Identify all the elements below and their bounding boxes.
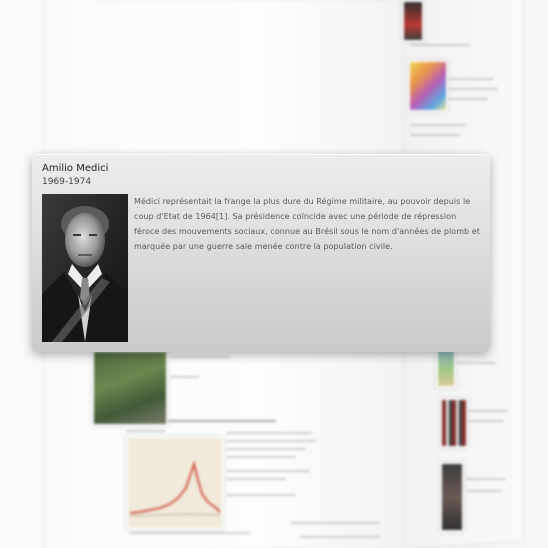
background-text-line bbox=[226, 478, 286, 480]
background-text-line bbox=[300, 536, 380, 538]
background-text-line bbox=[410, 134, 460, 136]
background-text-line bbox=[456, 362, 496, 364]
background-text-line bbox=[410, 124, 466, 126]
background-text-line bbox=[448, 78, 494, 80]
background-text-line bbox=[466, 478, 506, 480]
background-text-line bbox=[448, 88, 498, 90]
background-text-line bbox=[226, 440, 316, 442]
popup-dates: 1969-1974 bbox=[42, 177, 92, 187]
popup-title: Amilio Medici bbox=[42, 163, 109, 174]
background-text-line bbox=[226, 494, 296, 496]
background-text-line bbox=[468, 420, 504, 422]
background-text-line bbox=[290, 522, 380, 524]
event-detail-popup[interactable]: Amilio Medici 1969-1974 Médici représent… bbox=[32, 154, 490, 352]
popup-header: Amilio Medici 1969-1974 bbox=[42, 162, 108, 188]
portrait-photo[interactable] bbox=[42, 194, 128, 342]
background-text-line bbox=[130, 532, 250, 534]
background-text-line bbox=[226, 432, 312, 434]
background-text-line bbox=[468, 410, 508, 412]
background-chart-image bbox=[126, 436, 224, 530]
background-text-line bbox=[226, 470, 310, 472]
background-text-line bbox=[466, 490, 502, 492]
background-text-line bbox=[170, 376, 200, 378]
background-dark-image bbox=[440, 462, 464, 532]
background-text-line bbox=[410, 44, 470, 46]
background-text-line bbox=[170, 356, 230, 358]
timeline-viewer: Amilio Medici 1969-1974 Médici représent… bbox=[0, 0, 548, 548]
background-crowd-image bbox=[440, 398, 468, 448]
popup-description: Médici représentait la frange la plus du… bbox=[134, 197, 480, 251]
background-map-image bbox=[408, 60, 448, 112]
background-poster-image bbox=[402, 0, 424, 42]
background-forest-image bbox=[92, 350, 168, 426]
background-text-line bbox=[126, 430, 166, 432]
background-text-line bbox=[226, 456, 296, 458]
background-text-line bbox=[448, 98, 488, 100]
background-text-line bbox=[226, 448, 306, 450]
